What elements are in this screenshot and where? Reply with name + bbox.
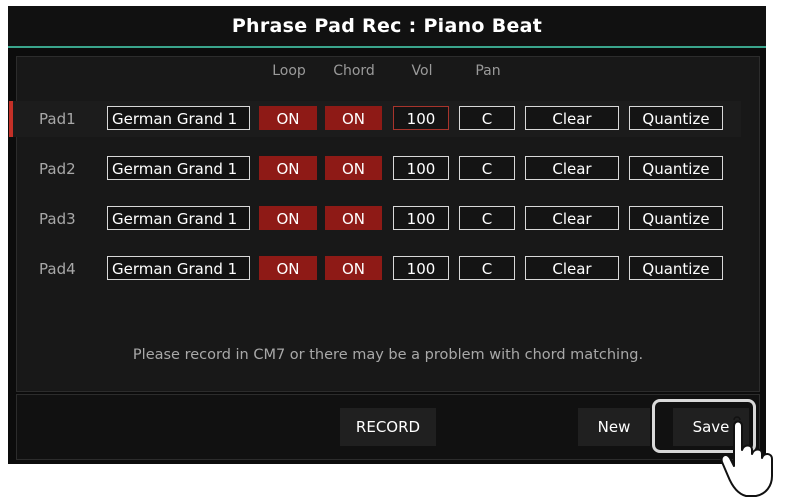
voice-selector[interactable]: German Grand 1 xyxy=(107,106,250,130)
clear-button[interactable]: Clear xyxy=(525,206,619,230)
pad-row-1[interactable]: Pad1 German Grand 1 ON ON 100 C Clear Qu… xyxy=(9,101,741,137)
hand-pointer-icon xyxy=(720,416,773,497)
column-header-loop: Loop xyxy=(272,63,306,79)
pad-label: Pad1 xyxy=(39,110,76,128)
phrase-pad-rec-screen: Phrase Pad Rec : Piano Beat Loop Chord V… xyxy=(8,6,766,464)
chord-toggle[interactable]: ON xyxy=(325,156,382,180)
column-header-chord: Chord xyxy=(333,63,375,79)
chord-toggle[interactable]: ON xyxy=(325,206,382,230)
quantize-button[interactable]: Quantize xyxy=(629,106,723,130)
voice-selector[interactable]: German Grand 1 xyxy=(107,156,250,180)
loop-toggle[interactable]: ON xyxy=(259,256,317,280)
pan-field[interactable]: C xyxy=(459,206,515,230)
pad-label: Pad4 xyxy=(39,260,76,278)
chord-toggle[interactable]: ON xyxy=(325,106,382,130)
title-bar: Phrase Pad Rec : Piano Beat xyxy=(8,6,766,48)
column-header-pan: Pan xyxy=(475,63,501,79)
quantize-button[interactable]: Quantize xyxy=(629,156,723,180)
loop-toggle[interactable]: ON xyxy=(259,106,317,130)
pad-label: Pad2 xyxy=(39,160,76,178)
chord-toggle[interactable]: ON xyxy=(325,256,382,280)
clear-button[interactable]: Clear xyxy=(525,106,619,130)
pan-field[interactable]: C xyxy=(459,256,515,280)
pad-row-4[interactable]: Pad4 German Grand 1 ON ON 100 C Clear Qu… xyxy=(9,251,741,287)
loop-toggle[interactable]: ON xyxy=(259,206,317,230)
quantize-button[interactable]: Quantize xyxy=(629,256,723,280)
loop-toggle[interactable]: ON xyxy=(259,156,317,180)
record-button[interactable]: RECORD xyxy=(340,408,436,446)
pan-field[interactable]: C xyxy=(459,106,515,130)
window-title: Phrase Pad Rec : Piano Beat xyxy=(231,15,543,37)
pad-row-2[interactable]: Pad2 German Grand 1 ON ON 100 C Clear Qu… xyxy=(9,151,741,187)
voice-selector[interactable]: German Grand 1 xyxy=(107,256,250,280)
quantize-button[interactable]: Quantize xyxy=(629,206,723,230)
new-button[interactable]: New xyxy=(578,408,650,446)
pad-label: Pad3 xyxy=(39,210,76,228)
pan-field[interactable]: C xyxy=(459,156,515,180)
volume-field[interactable]: 100 xyxy=(393,206,449,230)
pad-settings-panel: Loop Chord Vol Pan Pad1 German Grand 1 O… xyxy=(9,56,760,392)
clear-button[interactable]: Clear xyxy=(525,256,619,280)
volume-field[interactable]: 100 xyxy=(393,156,449,180)
selected-row-marker xyxy=(9,101,13,137)
column-header-vol: Vol xyxy=(411,63,433,79)
chord-matching-note: Please record in CM7 or there may be a p… xyxy=(132,347,644,363)
pad-row-3[interactable]: Pad3 German Grand 1 ON ON 100 C Clear Qu… xyxy=(9,201,741,237)
volume-field[interactable]: 100 xyxy=(393,256,449,280)
volume-field[interactable]: 100 xyxy=(393,106,449,130)
clear-button[interactable]: Clear xyxy=(525,156,619,180)
bottom-toolbar: RECORD New Save xyxy=(16,394,760,460)
voice-selector[interactable]: German Grand 1 xyxy=(107,206,250,230)
